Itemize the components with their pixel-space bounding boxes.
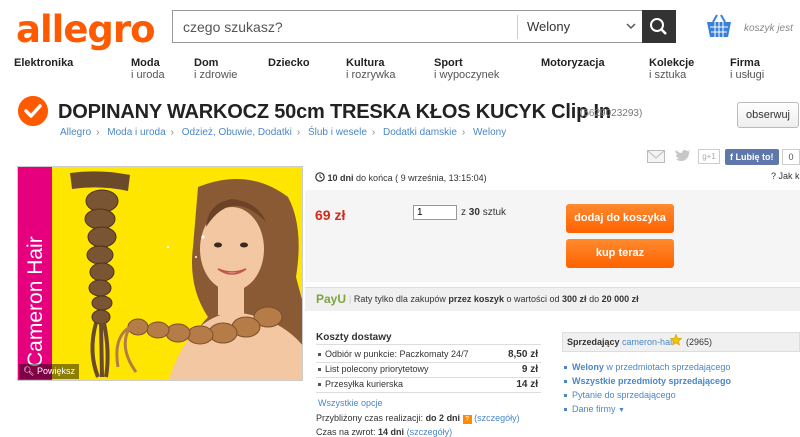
search-button[interactable] [642,10,676,43]
like-label: Lubię to! [735,152,774,162]
help-icon: ? [771,171,777,181]
realization-time: Przybliżony czas realizacji: do 2 dni ? … [316,413,520,424]
chevron-down-icon[interactable] [625,20,637,32]
breadcrumb-item[interactable]: Ślub i wesele [308,127,367,138]
nav-item-motoryzacja[interactable]: Motoryzacja [541,57,605,69]
magnifier-icon: 🔍︎ [23,366,35,376]
basket-icon[interactable] [704,12,734,40]
return-details-link[interactable]: (szczegóły) [407,427,453,437]
product-photo: Cameron Hair [18,167,302,380]
nav-main-label: Moda [131,57,160,69]
seller-link-category[interactable]: Welony w przedmiotach sprzedającego [564,362,730,372]
enlarge-button[interactable]: 🔍︎ Powiększ [19,364,79,379]
nav-main-label: Sport [434,57,463,69]
stock-count: 30 [468,207,480,218]
nav-sub-label: i zdrowie [194,69,238,81]
quantity-input[interactable] [413,205,457,220]
nav-main-label: Dziecko [268,57,310,69]
nav-item-kolekcje[interactable]: Kolekcje i sztuka [649,57,694,81]
checkmark-icon [18,96,48,126]
buy-box [305,190,800,282]
twitter-icon[interactable] [675,149,691,163]
facebook-like-button[interactable]: f Lubię to! [725,149,779,165]
nav-main-label: Dom [194,57,219,69]
return-time: Czas na zwrot: 14 dni (szczegóły) [316,427,453,437]
shipping-option: List polecony priorytetowy 9 zł [316,364,541,377]
nav-main-label: Elektronika [14,57,74,69]
nav-main-label: Motoryzacja [541,57,605,69]
seller-rating-count: (2965) [686,337,713,347]
seller-link-question[interactable]: Pytanie do sprzedającego [564,390,676,400]
nav-main-label: Firma [730,57,760,69]
payu-logo: PayU [316,292,347,306]
nav-sub-label: i uroda [131,69,165,81]
nav-item-moda[interactable]: Moda i uroda [131,57,165,81]
search-divider [517,15,518,39]
breadcrumb-item[interactable]: Allegro [60,127,91,138]
nav-item-dziecko[interactable]: Dziecko [268,57,310,69]
nav-item-firma[interactable]: Firma i usługi [730,57,764,81]
nav-item-kultura[interactable]: Kultura i rozrywka [346,57,396,81]
breadcrumb-item[interactable]: Dodatki damskie [383,127,457,138]
watch-button[interactable]: obserwuj [737,102,799,128]
days-left: 10 dni [327,173,354,183]
seller-link-all-items[interactable]: Wszystkie przedmioty sprzedającego [564,376,731,386]
time-remaining: 10 dni do końca ( 9 września, 13:15:04) [315,172,487,183]
search-category-select[interactable]: Welony [527,19,570,34]
seller-name[interactable]: cameron-hair [622,337,675,347]
enlarge-label: Powiększ [36,366,75,376]
divider [316,344,541,345]
nav-sub-label: i sztuka [649,69,687,81]
end-date: ( 9 września, 13:15:04) [395,173,487,183]
product-image[interactable]: Cameron Hair [17,166,303,381]
nav-item-sport[interactable]: Sport i wypoczynek [434,57,499,81]
payu-installments-text: | Raty tylko dla zakupów przez koszyk o … [349,294,639,304]
all-shipping-options-link[interactable]: Wszystkie opcje [318,398,383,408]
seller-label: Sprzedający cameron-hair [567,337,676,347]
breadcrumb-item[interactable]: Moda i uroda [107,127,165,138]
nav-main-label: Kultura [346,57,385,69]
chevron-down-icon: ▼ [618,407,625,414]
info-icon[interactable]: ? [462,415,472,424]
divider [316,392,541,393]
nav-item-elektronika[interactable]: Elektronika [14,57,73,69]
shipping-option: Odbiór w punkcie: Paczkomaty 24/7 8,50 z… [316,349,541,362]
brand-vertical-text: Cameron Hair [24,236,47,367]
buy-now-button[interactable]: kup teraz [566,239,674,268]
help-link-label: Jak k [778,171,800,181]
divider [316,377,541,378]
nav-sub-label: i usługi [730,69,765,81]
product-title: DOPINANY WARKOCZ 50cm TRESKA KŁOS KUCYK … [58,101,611,123]
breadcrumb-item[interactable]: Welony [473,127,506,138]
ends-label: do końca [356,173,393,183]
help-link[interactable]: ? Jak k [771,171,800,181]
clock-icon [315,172,325,182]
search-icon [650,18,667,35]
star-icon [670,334,682,346]
offer-id: (5629023293) [580,108,643,119]
basket-label[interactable]: koszyk jest [744,23,793,34]
seller-link-company-data[interactable]: Dane firmy ▼ [564,404,625,414]
nav-item-dom[interactable]: Dom i zdrowie [194,57,237,81]
mail-icon[interactable] [647,150,665,163]
stock-label: z 30 sztuk [461,207,507,218]
add-to-cart-button[interactable]: dodaj do koszyka [566,204,674,233]
price: 69 zł [315,207,346,223]
divider [316,362,541,363]
nav-main-label: Kolekcje [649,57,695,69]
nav-sub-label: i wypoczynek [434,69,500,81]
details-link[interactable]: (szczegóły) [474,413,520,423]
search-input[interactable] [183,17,513,37]
like-count: 0 [782,149,800,165]
shipping-title: Koszty dostawy [316,332,392,343]
facebook-icon: f [730,152,733,162]
breadcrumb: Allegro › Moda i uroda › Odzież, Obuwie, D… [60,127,507,138]
shipping-option: Przesyłka kurierska 14 zł [316,379,541,392]
search-box: Welony [172,10,644,43]
breadcrumb-item[interactable]: Odzież, Obuwie, Dodatki [182,127,292,138]
allegro-logo[interactable]: allegro [16,8,156,51]
google-plus-button[interactable]: g+1 [698,149,720,164]
nav-sub-label: i rozrywka [346,69,396,81]
